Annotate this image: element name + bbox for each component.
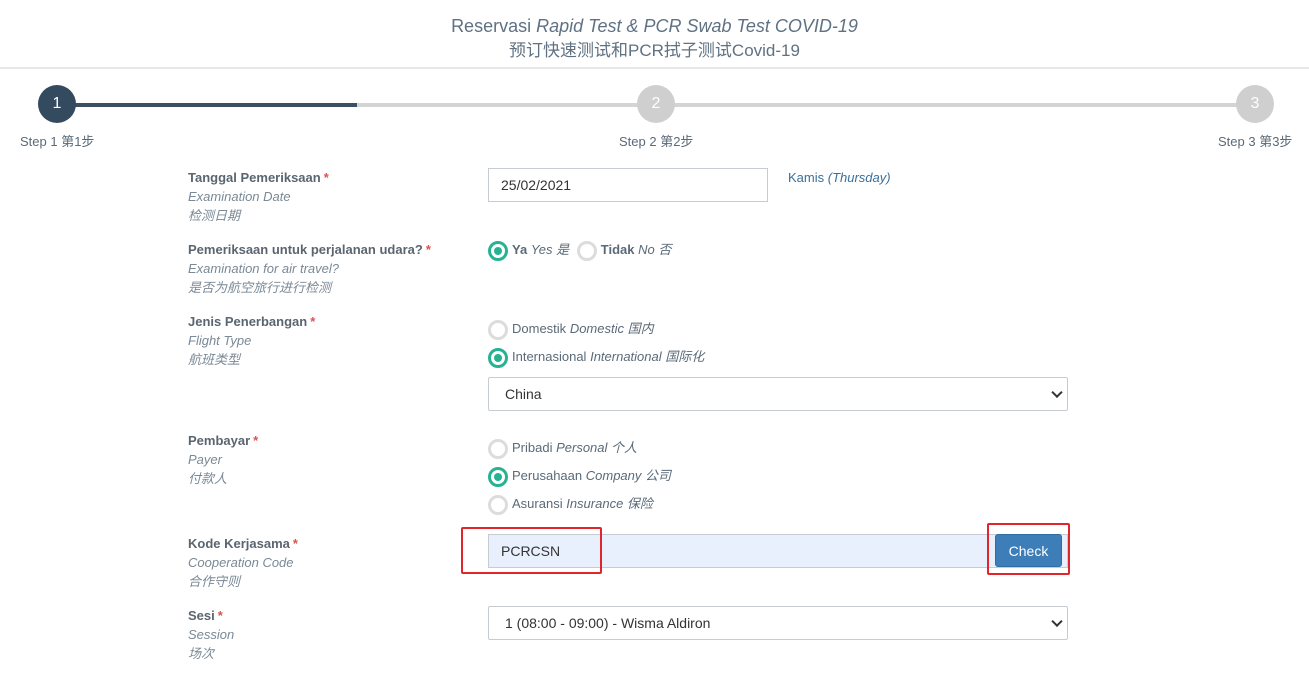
option-personal-id: Pribadi (512, 440, 553, 455)
option-insurance-cn: 保险 (626, 496, 653, 511)
session-select[interactable]: 1 (08:00 - 09:00) - Wisma Aldiron (488, 606, 1068, 640)
session-select-value: 1 (08:00 - 09:00) - Wisma Aldiron (505, 615, 711, 631)
flight-type-label: Jenis Penerbangan * Flight Type 航班类型 (188, 312, 315, 369)
chevron-down-icon (1051, 615, 1063, 628)
option-international-id: Internasional (512, 349, 587, 364)
required-mark: * (310, 314, 316, 329)
highlight-check-button (987, 523, 1070, 575)
option-yes-cn: 是 (556, 242, 570, 257)
session-label: Sesi * Session 场次 (188, 606, 234, 663)
option-insurance-en: Insurance (566, 496, 624, 511)
air-travel-label-id: Pemeriksaan untuk perjalanan udara? (188, 242, 423, 257)
radio-international[interactable] (488, 347, 508, 368)
flight-type-label-cn: 航班类型 (188, 352, 241, 367)
option-international-cn: 国际化 (665, 349, 705, 364)
page-title-chinese: 预订快速测试和PCR拭子测试Covid-19 (509, 41, 800, 60)
title-prefix: Reservasi (451, 16, 532, 36)
exam-day-en: (Thursday) (827, 170, 891, 185)
page-title: Reservasi Rapid Test & PCR Swab Test COV… (0, 16, 1309, 37)
payer-label-id: Pembayar (188, 433, 251, 448)
radio-yes[interactable] (488, 240, 508, 261)
step-2-label: Step 2 第2步 (619, 134, 694, 149)
option-no-en: No (638, 242, 655, 257)
step-2-circle[interactable]: 2 (637, 85, 675, 123)
payer-company-option[interactable]: Perusahaan Company 公司 (488, 466, 671, 487)
flight-type-label-en: Flight Type (188, 333, 252, 348)
payer-label-cn: 付款人 (188, 471, 228, 486)
flight-international-option[interactable]: Internasional International 国际化 (488, 347, 704, 368)
step-3-circle[interactable]: 3 (1236, 85, 1274, 123)
option-domestic-cn: 国内 (627, 321, 654, 336)
air-travel-label-en: Examination for air travel? (188, 261, 340, 276)
option-company-cn: 公司 (645, 468, 672, 483)
radio-company[interactable] (488, 466, 508, 487)
air-travel-yes-option[interactable]: Ya Yes 是 (488, 240, 570, 261)
payer-label-en: Payer (188, 452, 222, 467)
radio-insurance[interactable] (488, 494, 508, 515)
option-company-id: Perusahaan (512, 468, 583, 483)
country-select[interactable]: China (488, 377, 1068, 411)
exam-date-label: Tanggal Pemeriksaan * Examination Date 检测… (188, 168, 329, 225)
exam-date-label-cn: 检测日期 (188, 208, 241, 223)
coop-code-label-en: Cooperation Code (188, 555, 294, 570)
option-personal-en: Personal (556, 440, 608, 455)
payer-insurance-option[interactable]: Asuransi Insurance 保险 (488, 494, 653, 515)
exam-day-text: Kamis (Thursday) (788, 170, 891, 185)
title-italic: Rapid Test & PCR Swab Test COVID-19 (536, 16, 858, 36)
radio-no[interactable] (576, 240, 597, 261)
flight-domestic-option[interactable]: Domestik Domestic 国内 (488, 319, 654, 340)
exam-date-label-id: Tanggal Pemeriksaan (188, 170, 321, 185)
exam-date-label-en: Examination Date (188, 189, 291, 204)
required-mark: * (292, 536, 298, 551)
stepper-progress (57, 103, 357, 107)
payer-personal-option[interactable]: Pribadi Personal 个人 (488, 438, 637, 459)
option-international-en: International (590, 349, 662, 364)
radio-domestic[interactable] (488, 319, 508, 340)
option-insurance-id: Asuransi (512, 496, 563, 511)
session-label-en: Session (188, 627, 235, 642)
step-3-label: Step 3 第3步 (1218, 134, 1293, 149)
option-yes-en: Yes (530, 242, 553, 257)
flight-type-label-id: Jenis Penerbangan (188, 314, 308, 329)
exam-date-input[interactable]: 25/02/2021 (488, 168, 768, 202)
required-mark: * (253, 433, 259, 448)
required-mark: * (425, 242, 431, 257)
air-travel-label-cn: 是否为航空旅行进行检测 (188, 280, 332, 295)
air-travel-label: Pemeriksaan untuk perjalanan udara? * Exa… (188, 240, 431, 297)
session-label-cn: 场次 (188, 646, 215, 661)
coop-code-label-cn: 合作守则 (188, 574, 241, 589)
option-no-id: Tidak (600, 242, 635, 257)
page-header: Reservasi Rapid Test & PCR Swab Test COV… (0, 0, 1309, 69)
country-select-value: China (505, 386, 542, 402)
option-domestic-id: Domestik (512, 321, 567, 336)
exam-day-id: Kamis (788, 170, 825, 185)
highlight-coop-code (461, 527, 602, 574)
required-mark: * (217, 608, 223, 623)
radio-personal[interactable] (488, 438, 508, 459)
chevron-down-icon (1051, 386, 1063, 399)
required-mark: * (323, 170, 329, 185)
step-1-circle[interactable]: 1 (38, 85, 76, 123)
payer-label: Pembayar * Payer 付款人 (188, 431, 258, 488)
step-1-label: Step 1 第1步 (20, 134, 95, 149)
air-travel-no-option[interactable]: Tidak No 否 (576, 240, 672, 261)
session-label-id: Sesi (188, 608, 215, 623)
option-yes-id: Ya (512, 242, 528, 257)
option-personal-cn: 个人 (611, 440, 638, 455)
option-no-cn: 否 (658, 242, 672, 257)
option-company-en: Company (585, 468, 642, 483)
option-domestic-en: Domestic (569, 321, 624, 336)
coop-code-label-id: Kode Kerjasama (188, 536, 290, 551)
air-travel-options: Ya Yes 是 Tidak No 否 (488, 240, 671, 261)
coop-code-label: Kode Kerjasama * Cooperation Code 合作守则 (188, 534, 298, 591)
